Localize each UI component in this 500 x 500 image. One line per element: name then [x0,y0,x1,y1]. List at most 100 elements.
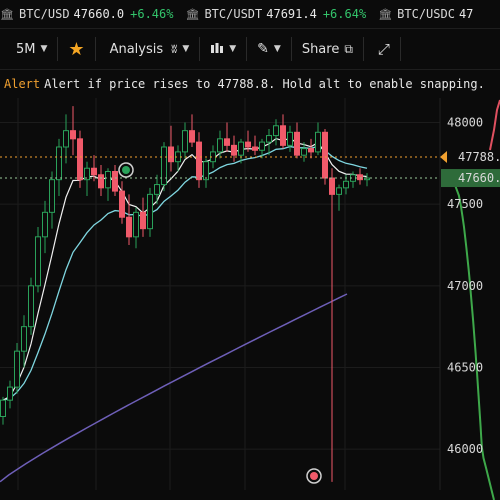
bank-icon: 🏛 [378,7,393,21]
chevron-down-icon: ▼ [40,44,48,54]
candle-body [182,130,188,153]
ema-slow-line [2,145,368,401]
candle-body [91,167,97,176]
external-link-icon: ⧉ [344,41,353,56]
interval-label: 5M [16,41,36,57]
ticker-item[interactable]: 🏛 BTC/USDC 47 [378,7,479,21]
candle-body [294,131,300,156]
current-price-label: 47660. [458,171,500,185]
candle-body [63,130,69,148]
ticker-symbol: BTC/USDT [204,7,263,21]
star-icon: ★ [68,38,85,60]
candle-body [7,386,13,401]
candle-body [105,171,111,189]
candle-body [35,236,41,287]
price-axis-label: 46500 [447,361,483,375]
candle-body [336,187,342,195]
candle-body [231,144,237,156]
candle-body [357,174,363,181]
candle-body [273,125,279,137]
candle-body [133,211,139,238]
candle-body [322,131,328,179]
candle-body [238,141,244,156]
ma-long-line [0,293,348,483]
candle-body [112,171,118,192]
candle-body [189,130,195,143]
toolbar-divider [399,37,401,61]
ticker-item[interactable]: 🏛 BTC/USD 47660.0 +6.46% [0,7,173,21]
alert-message: Alert if price rises to 47788.8. Hold al… [44,77,485,91]
ticker-price: 47 [458,7,474,21]
candle-body [308,148,314,153]
candle-body [28,285,34,328]
candle-body [329,177,335,195]
candle-body [0,399,6,417]
ticker-strip: 🏛 BTC/USD 47660.0 +6.46% 🏛 BTC/USDT 4769… [0,0,500,29]
ticker-symbol: BTC/USD [18,7,70,21]
candle-body [42,211,48,238]
candle-body [14,350,20,388]
candle-body [343,180,349,189]
ticker-symbol: BTC/USDC [397,7,455,21]
candle-body [217,138,223,153]
alert-hint: Alert Alert if price rises to 47788.8. Ho… [0,77,500,97]
candle-body [70,130,76,140]
price-axis-label: 46000 [447,442,483,456]
ticker-price: 47660.0 [73,7,125,21]
ticker-change: +6.64% [322,7,367,21]
pencil-icon: ✎ [257,41,269,57]
candle-body [161,146,167,186]
alert-price-label: 47788. [458,150,500,164]
candles-icon [211,43,224,53]
price-axis-label: 47000 [447,279,483,293]
candle-body [147,193,153,230]
ticker-item[interactable]: 🏛 BTC/USDT 47691.4 +6.64% [185,7,366,21]
analysis-label: Analysis [109,41,164,57]
price-axis-label: 48000 [447,116,483,130]
candle-body [245,141,251,148]
candle-body [224,138,230,146]
candle-body [119,190,125,218]
candle-body [21,326,27,352]
ticker-change: +6.46% [130,7,174,21]
share-button[interactable]: Share ⧉ [292,29,363,69]
price-chart[interactable]: 48000 47500 47000 46500 46000 47788. 47660. [0,0,500,500]
alert-axis-arrow [440,150,447,163]
candle-body [98,174,104,189]
fullscreen-button[interactable]: ⤢ [364,29,400,69]
sell-marker-dot [310,472,318,480]
candle-body [168,146,174,163]
expand-icon: ⤢ [377,40,390,58]
chevron-down-icon: ▼ [229,44,237,54]
candle-body [49,179,55,213]
chevron-down-icon: ▼ [273,44,281,54]
candle-body [287,131,293,146]
price-axis-label: 47500 [447,197,483,211]
ticker-price: 47691.4 [266,7,317,21]
candle-body [196,141,202,181]
buy-marker-dot [122,166,130,174]
candle-body [259,141,265,151]
candle-body [266,135,272,143]
candle-body [203,161,209,181]
indicators-icon: ʬ [171,42,178,56]
share-label: Share [301,41,340,57]
bank-icon: 🏛 [185,7,200,21]
interval-select[interactable]: 5M ▼ [0,29,57,69]
candle-body [126,216,132,238]
chart-type-button[interactable]: ▼ [200,29,246,69]
depth-ask-line [489,99,500,151]
favorite-button[interactable]: ★ [58,29,94,69]
bank-icon: 🏛 [0,7,14,21]
candle-body [315,131,321,153]
chevron-down-icon: ▼ [182,44,190,54]
drawing-tool-button[interactable]: ✎ ▼ [247,29,291,69]
candle-body [301,148,307,156]
candle-body [140,211,146,230]
analysis-button[interactable]: Analysis ʬ ▼ [96,29,200,69]
alert-label: Alert [4,77,41,91]
candle-body [56,146,62,181]
chart-toolbar: 5M ▼ ★ Analysis ʬ ▼ ▼ ✎ ▼ Share ⧉ ⤢ [0,29,500,70]
candle-body [280,125,286,146]
candle-body [77,138,83,181]
